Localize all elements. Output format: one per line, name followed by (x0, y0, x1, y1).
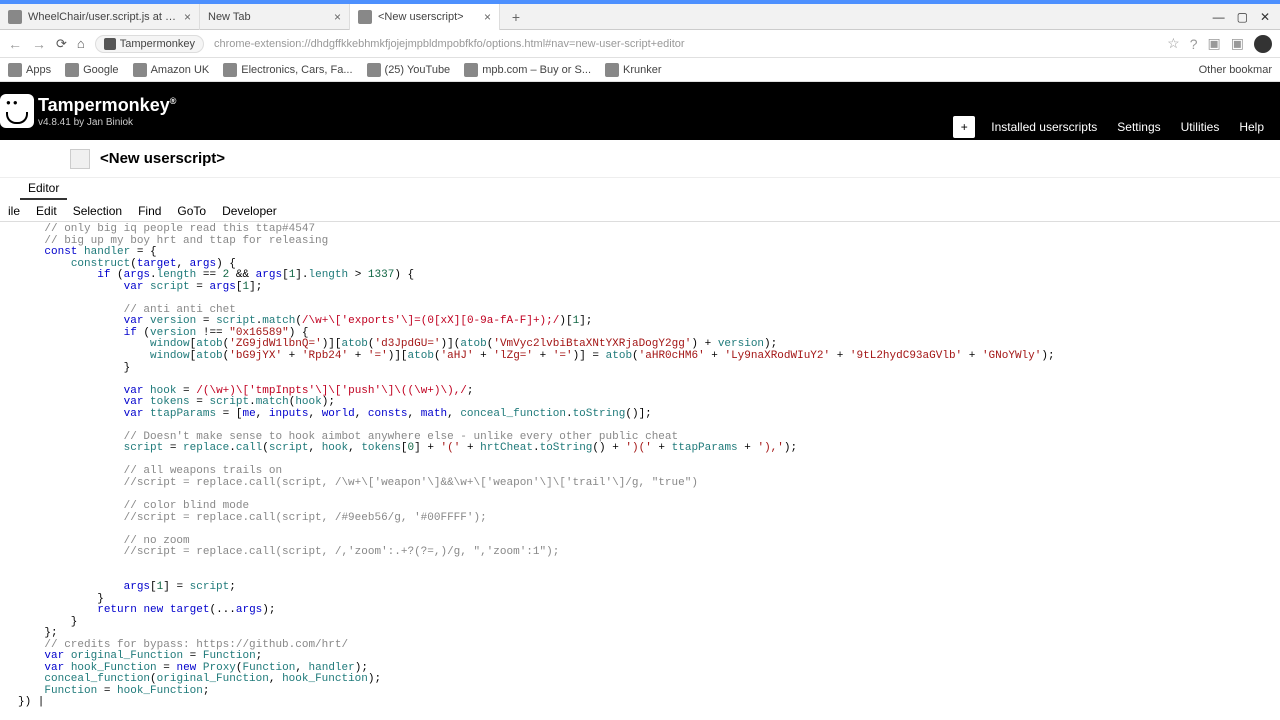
script-file-icon (70, 149, 90, 169)
menu-find[interactable]: Find (130, 201, 169, 221)
close-icon[interactable]: × (334, 10, 341, 24)
window-controls: — ▢ ✕ (1213, 10, 1280, 24)
tampermonkey-icon (104, 38, 116, 50)
bookmark-google[interactable]: Google (65, 63, 118, 77)
menu-edit[interactable]: Edit (28, 201, 65, 221)
app-name: Tampermonkey® (38, 95, 176, 116)
browser-tab-strip: WheelChair/user.script.js at mas... × Ne… (0, 4, 1280, 30)
apps-icon (8, 63, 22, 77)
menu-goto[interactable]: GoTo (169, 201, 214, 221)
code-content[interactable]: // only big iq people read this ttap#454… (14, 222, 1055, 712)
editor-menu-bar: ile Edit Selection Find GoTo Developer (0, 200, 1280, 222)
forward-button[interactable]: → (32, 36, 46, 52)
bookmarks-bar: Apps Google Amazon UK Electronics, Cars,… (0, 58, 1280, 82)
new-script-button[interactable]: + (953, 116, 975, 138)
new-tab-button[interactable]: + (506, 7, 526, 27)
extension-chip[interactable]: Tampermonkey (95, 35, 204, 53)
favicon-tampermonkey-icon (358, 10, 372, 24)
other-bookmarks[interactable]: Other bookmar (1195, 64, 1272, 76)
browser-toolbar: ← → ⟳ ⌂ Tampermonkey chrome-extension://… (0, 30, 1280, 58)
extension-chip-label: Tampermonkey (120, 38, 195, 50)
extension-icon[interactable]: ▣ (1208, 35, 1221, 52)
window-maximize-button[interactable]: ▢ (1237, 10, 1248, 24)
close-icon[interactable]: × (484, 10, 491, 24)
help-icon[interactable]: ? (1190, 36, 1198, 52)
window-minimize-button[interactable]: — (1213, 10, 1225, 24)
star-icon[interactable]: ☆ (1167, 35, 1180, 52)
amazon-icon (133, 63, 147, 77)
bookmark-krunker[interactable]: Krunker (605, 63, 662, 77)
bookmark-apps[interactable]: Apps (8, 63, 51, 77)
browser-tab-1[interactable]: WheelChair/user.script.js at mas... × (0, 4, 200, 30)
app-version: v4.8.41 by Jan Biniok (38, 117, 176, 128)
bookmark-amazon[interactable]: Amazon UK (133, 63, 210, 77)
youtube-icon (367, 63, 381, 77)
ebay-icon (223, 63, 237, 77)
reload-button[interactable]: ⟳ (56, 36, 67, 52)
nav-installed[interactable]: Installed userscripts (981, 114, 1107, 140)
google-icon (65, 63, 79, 77)
bookmark-youtube[interactable]: (25) YouTube (367, 63, 451, 77)
menu-developer[interactable]: Developer (214, 201, 285, 221)
tab-2-title: New Tab (208, 11, 330, 23)
script-title: <New userscript> (100, 150, 225, 167)
line-number-gutter (0, 222, 14, 712)
extension-icon-2[interactable]: ▣ (1231, 35, 1244, 52)
address-bar[interactable]: chrome-extension://dhdgffkkebhmkfjojejmp… (214, 38, 1157, 50)
nav-utilities[interactable]: Utilities (1171, 114, 1230, 140)
script-title-bar: <New userscript> (0, 140, 1280, 178)
close-icon[interactable]: × (184, 10, 191, 24)
nav-help[interactable]: Help (1229, 114, 1274, 140)
code-editor[interactable]: // only big iq people read this ttap#454… (0, 222, 1280, 712)
bookmark-ebay[interactable]: Electronics, Cars, Fa... (223, 63, 352, 77)
menu-selection[interactable]: Selection (65, 201, 130, 221)
krunker-icon (605, 63, 619, 77)
window-close-button[interactable]: ✕ (1260, 10, 1270, 24)
favicon-github-icon (8, 10, 22, 24)
tampermonkey-title-block: Tampermonkey® v4.8.41 by Jan Biniok (38, 95, 176, 128)
home-button[interactable]: ⌂ (77, 36, 85, 51)
mpb-icon (464, 63, 478, 77)
tab-3-title: <New userscript> (378, 11, 480, 23)
tab-1-title: WheelChair/user.script.js at mas... (28, 11, 180, 23)
editor-tab-strip: Editor (0, 178, 1280, 200)
menu-file[interactable]: ile (0, 201, 28, 221)
tampermonkey-logo-icon (0, 94, 34, 128)
toolbar-right-icons: ☆ ? ▣ ▣ (1167, 35, 1272, 53)
nav-settings[interactable]: Settings (1107, 114, 1170, 140)
browser-tab-2[interactable]: New Tab × (200, 4, 350, 30)
tab-editor[interactable]: Editor (20, 178, 67, 200)
browser-tab-3[interactable]: <New userscript> × (350, 4, 500, 30)
tampermonkey-nav: + Installed userscripts Settings Utiliti… (953, 114, 1274, 140)
tampermonkey-header: Tampermonkey® v4.8.41 by Jan Biniok + In… (0, 82, 1280, 140)
profile-avatar-icon[interactable] (1254, 35, 1272, 53)
back-button[interactable]: ← (8, 36, 22, 52)
bookmark-mpb[interactable]: mpb.com – Buy or S... (464, 63, 591, 77)
